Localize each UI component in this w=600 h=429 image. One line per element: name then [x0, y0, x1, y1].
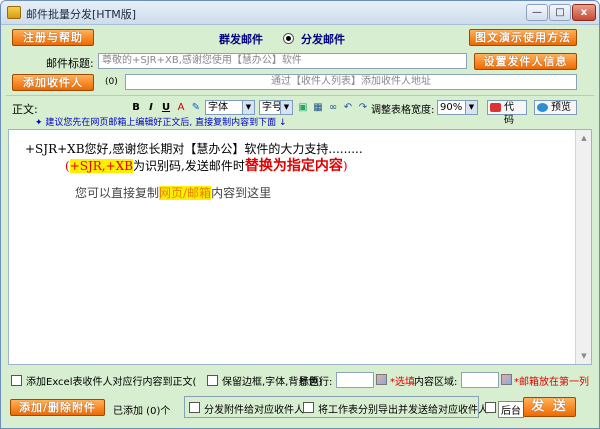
- italic-button[interactable]: I: [144, 101, 158, 114]
- range-picker-icon[interactable]: [376, 374, 387, 385]
- title-row-label: 标题行:: [299, 377, 333, 388]
- preview-button[interactable]: 预览: [534, 100, 577, 115]
- distribute-mail-option[interactable]: 分发邮件: [301, 31, 345, 47]
- close-button[interactable]: x: [572, 4, 596, 21]
- vertical-scrollbar[interactable]: ▲ ▼: [575, 130, 591, 364]
- underline-button[interactable]: U: [159, 101, 173, 114]
- distribute-attachments-label: 分发附件给对应收件人: [204, 405, 304, 416]
- table-icon[interactable]: ▦: [311, 101, 325, 114]
- recipient-list-field[interactable]: 通过【收件人列表】添加收件人地址: [125, 74, 577, 90]
- title-row-input[interactable]: [336, 372, 374, 388]
- app-envelope-icon: [7, 6, 21, 19]
- undo-icon[interactable]: ↶: [341, 101, 355, 114]
- keep-style-checkbox[interactable]: [207, 375, 218, 386]
- bold-button[interactable]: B: [129, 101, 143, 114]
- table-width-value: 90%: [440, 102, 463, 113]
- paren-open: (: [65, 159, 70, 173]
- distribution-options-group: 分发附件给对应收件人 将工作表分别导出并发送给对应收件人: [184, 396, 488, 418]
- export-sheets-checkbox[interactable]: [303, 402, 314, 413]
- distribute-attachments-checkbox[interactable]: [189, 402, 200, 413]
- code-icon: [490, 103, 501, 112]
- background-send-checkbox[interactable]: [485, 402, 496, 413]
- image-icon[interactable]: ▣: [296, 101, 310, 114]
- editor-line-2: (+SJR,+XB为识别码,发送邮件时替换为指定内容): [65, 155, 348, 175]
- editor-line-2-middle: 为识别码,发送邮件时: [133, 159, 245, 173]
- distribute-mail-radio[interactable]: [283, 33, 294, 44]
- register-help-button[interactable]: 注册与帮助: [12, 29, 94, 46]
- content-area-input[interactable]: [461, 372, 499, 388]
- preview-icon: [537, 103, 548, 112]
- subject-input[interactable]: 尊敬的+SJR+XB,感谢您使用【慧办公】软件: [98, 53, 467, 69]
- sender-settings-button[interactable]: 设置发件人信息: [474, 53, 577, 70]
- excel-append-checkbox[interactable]: [11, 375, 22, 386]
- maximize-button[interactable]: □: [549, 4, 571, 21]
- link-icon[interactable]: ∞: [326, 101, 340, 114]
- code-button[interactable]: 代码: [487, 100, 527, 126]
- content-area-note: *邮箱放在第一列: [514, 377, 589, 388]
- text-color-icon[interactable]: A: [174, 101, 188, 114]
- app-window: 邮件批量分发[HTM版] — □ x 注册与帮助 群发邮件 分发邮件 图文演示使…: [0, 0, 600, 429]
- window-title: 邮件批量分发[HTM版]: [26, 8, 137, 21]
- editor-line-3-suffix: 内容到这里: [211, 186, 272, 200]
- send-button[interactable]: 发 送: [523, 397, 576, 417]
- excel-append-label: 添加Excel表收件人对应行内容到正文(: [26, 377, 197, 388]
- title-row-note: *选填: [390, 377, 415, 388]
- placeholder-code-highlight: +SJR,+XB: [69, 159, 134, 173]
- content-area-label: 内容区域:: [414, 377, 458, 388]
- code-button-label: 代码: [504, 102, 514, 126]
- paren-close: ): [342, 159, 348, 173]
- subject-label: 邮件标题:: [46, 57, 94, 70]
- body-editor[interactable]: +SJR+XB您好,感谢您长期对【慧办公】软件的大力支持......... (+…: [8, 129, 592, 365]
- tip-text: ✦ 建议您先在网页邮箱上编辑好正文后, 直接复制内容到下面 ↓: [35, 118, 287, 128]
- web-mailbox-highlight: 网页/邮箱: [159, 186, 212, 200]
- add-recipient-button[interactable]: 添加收件人: [12, 74, 94, 91]
- editor-line-3: 您可以直接复制网页/邮箱内容到这里: [75, 184, 271, 201]
- chevron-down-icon: ▼: [242, 101, 254, 114]
- editor-line-3-prefix: 您可以直接复制: [75, 186, 160, 200]
- size-select[interactable]: 字号 ▼: [259, 100, 293, 115]
- scroll-up-icon[interactable]: ▲: [577, 131, 591, 145]
- tip-text-content: 建议您先在网页邮箱上编辑好正文后, 直接复制内容到下面: [45, 118, 277, 128]
- group-mail-option[interactable]: 群发邮件: [219, 31, 263, 47]
- divider: [6, 95, 594, 96]
- attachment-count: 已添加 (0)个: [113, 406, 171, 417]
- range-picker-icon[interactable]: [501, 374, 512, 385]
- table-width-select[interactable]: 90% ▼: [437, 100, 478, 115]
- minimize-button[interactable]: —: [526, 4, 548, 21]
- recipient-count: (0): [105, 77, 118, 87]
- export-sheets-label: 将工作表分别导出并发送给对应收件人: [318, 405, 488, 416]
- replace-emphasis: 替换为指定内容: [244, 158, 343, 174]
- font-select[interactable]: 字体 ▼: [205, 100, 255, 115]
- demo-guide-button[interactable]: 图文演示使用方法: [469, 29, 577, 46]
- paint-icon[interactable]: ✎: [189, 101, 203, 114]
- size-select-value: 字号: [262, 102, 282, 113]
- redo-icon[interactable]: ↷: [356, 101, 370, 114]
- preview-button-label: 预览: [551, 102, 571, 113]
- background-send-label: 后台: [498, 401, 524, 418]
- scroll-down-icon[interactable]: ▼: [577, 349, 591, 363]
- font-select-value: 字体: [208, 102, 228, 113]
- manage-attachments-button[interactable]: 添加/删除附件: [10, 399, 105, 416]
- chevron-down-icon: ▼: [465, 101, 477, 114]
- title-bar: 邮件批量分发[HTM版] — □ x: [1, 1, 599, 25]
- chevron-down-icon: ▼: [280, 101, 292, 114]
- table-width-label: 调整表格宽度:: [371, 105, 435, 116]
- body-label: 正文:: [12, 103, 38, 116]
